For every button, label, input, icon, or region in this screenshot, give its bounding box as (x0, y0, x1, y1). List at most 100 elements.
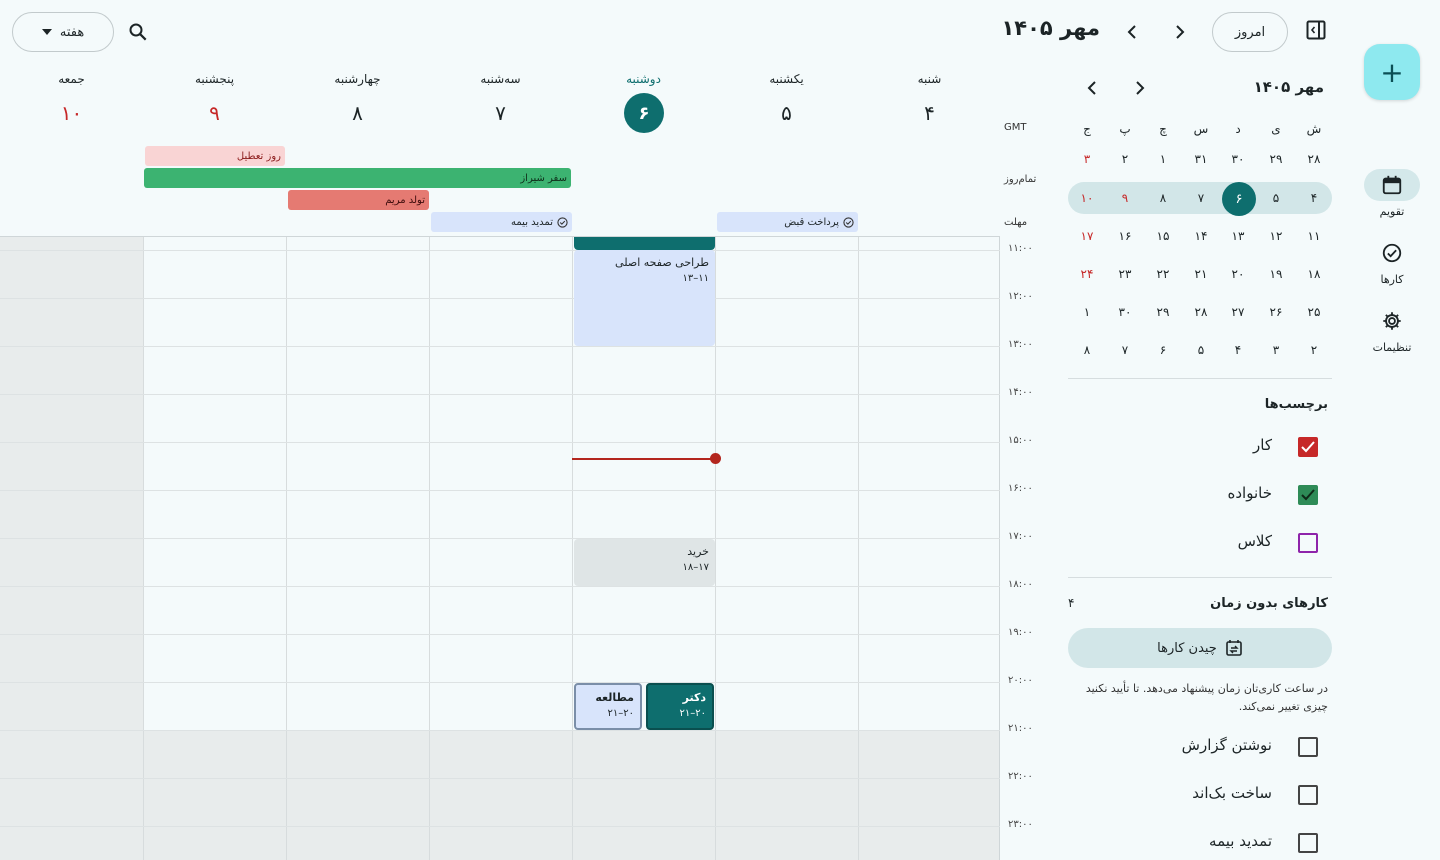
mini-day[interactable]: ۲۲ (1145, 259, 1181, 289)
mini-day[interactable]: ۱۷ (1069, 221, 1105, 251)
mini-day[interactable]: ۱۱ (1296, 221, 1332, 251)
mini-day[interactable]: ۸ (1069, 335, 1105, 365)
day-header-number[interactable]: ۷ (429, 98, 572, 128)
allday-event[interactable]: سفر شیراز (144, 168, 571, 188)
mini-day[interactable]: ۱ (1145, 144, 1181, 174)
mini-day[interactable]: ۱۰ (1069, 183, 1105, 213)
deadline-chip[interactable]: پرداخت قبض (717, 212, 858, 232)
next-period-button[interactable] (1166, 18, 1194, 46)
day-column[interactable] (429, 237, 572, 860)
day-header-name: سه‌شنبه (480, 72, 521, 86)
event-block[interactable]: دکتر ۲۰–۲۱ (646, 683, 714, 730)
mini-next-month-button[interactable] (1126, 74, 1154, 102)
day-header-name: پنجشنبه (194, 72, 235, 86)
mini-day[interactable]: ۳۰ (1107, 297, 1143, 327)
mini-day[interactable]: ۵ (1183, 335, 1219, 365)
mini-day[interactable]: ۲ (1296, 335, 1332, 365)
create-button[interactable]: + (1364, 44, 1420, 100)
mini-day[interactable]: ۷ (1183, 183, 1219, 213)
mini-day[interactable]: ۳۰ (1220, 144, 1256, 174)
mini-day[interactable]: ۸ (1145, 183, 1181, 213)
day-header-number[interactable]: ۵ (715, 98, 858, 128)
mini-day[interactable]: ۲۶ (1258, 297, 1294, 327)
mini-day[interactable]: ۱۶ (1107, 221, 1143, 251)
caret-down-icon (41, 29, 52, 35)
label-filter-work[interactable]: کار (1100, 434, 1320, 462)
hour-label: ۱۵:۰۰ (1008, 435, 1033, 446)
event-block[interactable]: خرید ۱۷–۱۸ (574, 539, 715, 586)
day-header-name: یکشنبه (769, 72, 804, 86)
search-button[interactable] (122, 16, 154, 48)
mini-day[interactable]: ۱۴ (1183, 221, 1219, 251)
allday-event[interactable]: روز تعطیل (145, 146, 285, 166)
mini-day[interactable]: ۶ (1145, 335, 1181, 365)
day-header-number[interactable]: ۴ (858, 98, 1001, 128)
mini-day[interactable]: ۱۳ (1220, 221, 1256, 251)
mini-day[interactable]: ۲۰ (1220, 259, 1256, 289)
mini-day[interactable]: ۲۷ (1220, 297, 1256, 327)
mini-day[interactable]: ۳۱ (1183, 144, 1219, 174)
view-selector[interactable]: هفته (12, 12, 114, 52)
task-title: ساخت بک‌اند (1192, 784, 1272, 802)
event-continuation[interactable] (574, 237, 715, 250)
mini-day[interactable]: ۴ (1296, 183, 1332, 213)
label-filter-family[interactable]: خانواده (1100, 482, 1320, 510)
mini-day[interactable]: ۴ (1220, 335, 1256, 365)
mini-day[interactable]: ۷ (1107, 335, 1143, 365)
rail-item-settings[interactable]: تنظیمات (1360, 305, 1424, 354)
arrange-tasks-button[interactable]: چیدن کارها (1068, 628, 1332, 668)
mini-day[interactable]: ۱۵ (1145, 221, 1181, 251)
checkbox-unchecked-icon[interactable] (1298, 737, 1318, 757)
day-header-number-selected[interactable]: ۶ (624, 93, 664, 133)
mini-day[interactable]: ۲۸ (1183, 297, 1219, 327)
checkbox-unchecked-icon[interactable] (1298, 533, 1318, 553)
task-item[interactable]: نوشتن گزارش (1100, 734, 1320, 762)
day-column[interactable] (143, 237, 286, 860)
unscheduled-section-title: کارهای بدون زمان (1210, 596, 1328, 611)
previous-period-button[interactable] (1118, 18, 1146, 46)
mini-day[interactable]: ۳ (1069, 144, 1105, 174)
rail-item-calendar[interactable]: تقویم (1360, 169, 1424, 218)
deadline-chip[interactable]: تمدید بیمه (431, 212, 572, 232)
allday-event-title: روز تعطیل (236, 150, 281, 162)
mini-day[interactable]: ۱۸ (1296, 259, 1332, 289)
mini-day[interactable]: ۲۸ (1296, 144, 1332, 174)
checkbox-unchecked-icon[interactable] (1298, 785, 1318, 805)
checkbox-checked-icon[interactable] (1298, 485, 1318, 505)
day-column[interactable] (858, 237, 1000, 860)
mini-day[interactable]: ۹ (1107, 183, 1143, 213)
mini-day[interactable]: ۲ (1107, 144, 1143, 174)
mini-day[interactable]: ۲۹ (1258, 144, 1294, 174)
mini-day[interactable]: ۱۹ (1258, 259, 1294, 289)
today-button[interactable]: امروز (1212, 12, 1288, 52)
label-filter-class[interactable]: کلاس (1100, 530, 1320, 558)
checkbox-checked-icon[interactable] (1298, 437, 1318, 457)
day-header-number[interactable]: ۱۰ (0, 98, 143, 128)
mini-day[interactable]: ۲۹ (1145, 297, 1181, 327)
day-header-number[interactable]: ۸ (286, 98, 429, 128)
rail-item-tasks[interactable]: کارها (1360, 237, 1424, 286)
arrange-tasks-label: چیدن کارها (1157, 640, 1217, 656)
day-column[interactable] (286, 237, 429, 860)
mini-weekday: ج (1083, 122, 1091, 136)
time-grid[interactable]: طراحی صفحه اصلی ۱۱–۱۳ خرید ۱۷–۱۸ دکتر ۲۰… (0, 236, 1000, 860)
mini-day[interactable]: ۲۵ (1296, 297, 1332, 327)
mini-day[interactable]: ۳ (1258, 335, 1294, 365)
mini-day[interactable]: ۵ (1258, 183, 1294, 213)
day-column[interactable] (715, 237, 858, 860)
mini-day[interactable]: ۲۴ (1069, 259, 1105, 289)
day-header-number[interactable]: ۹ (143, 98, 286, 128)
mini-day[interactable]: ۱۲ (1258, 221, 1294, 251)
event-block[interactable]: طراحی صفحه اصلی ۱۱–۱۳ (574, 250, 715, 346)
toggle-sidebar-button[interactable] (1300, 14, 1332, 46)
mini-previous-month-button[interactable] (1078, 74, 1106, 102)
mini-day[interactable]: ۲۱ (1183, 259, 1219, 289)
checkbox-unchecked-icon[interactable] (1298, 833, 1318, 853)
allday-event[interactable]: تولد مریم (288, 190, 429, 210)
mini-selected-day[interactable]: ۶ (1222, 182, 1256, 216)
task-item[interactable]: تمدید بیمه (1100, 830, 1320, 858)
mini-day[interactable]: ۲۳ (1107, 259, 1143, 289)
event-block[interactable]: مطالعه ۲۰–۲۱ (574, 683, 642, 730)
mini-day[interactable]: ۱ (1069, 297, 1105, 327)
task-item[interactable]: ساخت بک‌اند (1100, 782, 1320, 810)
